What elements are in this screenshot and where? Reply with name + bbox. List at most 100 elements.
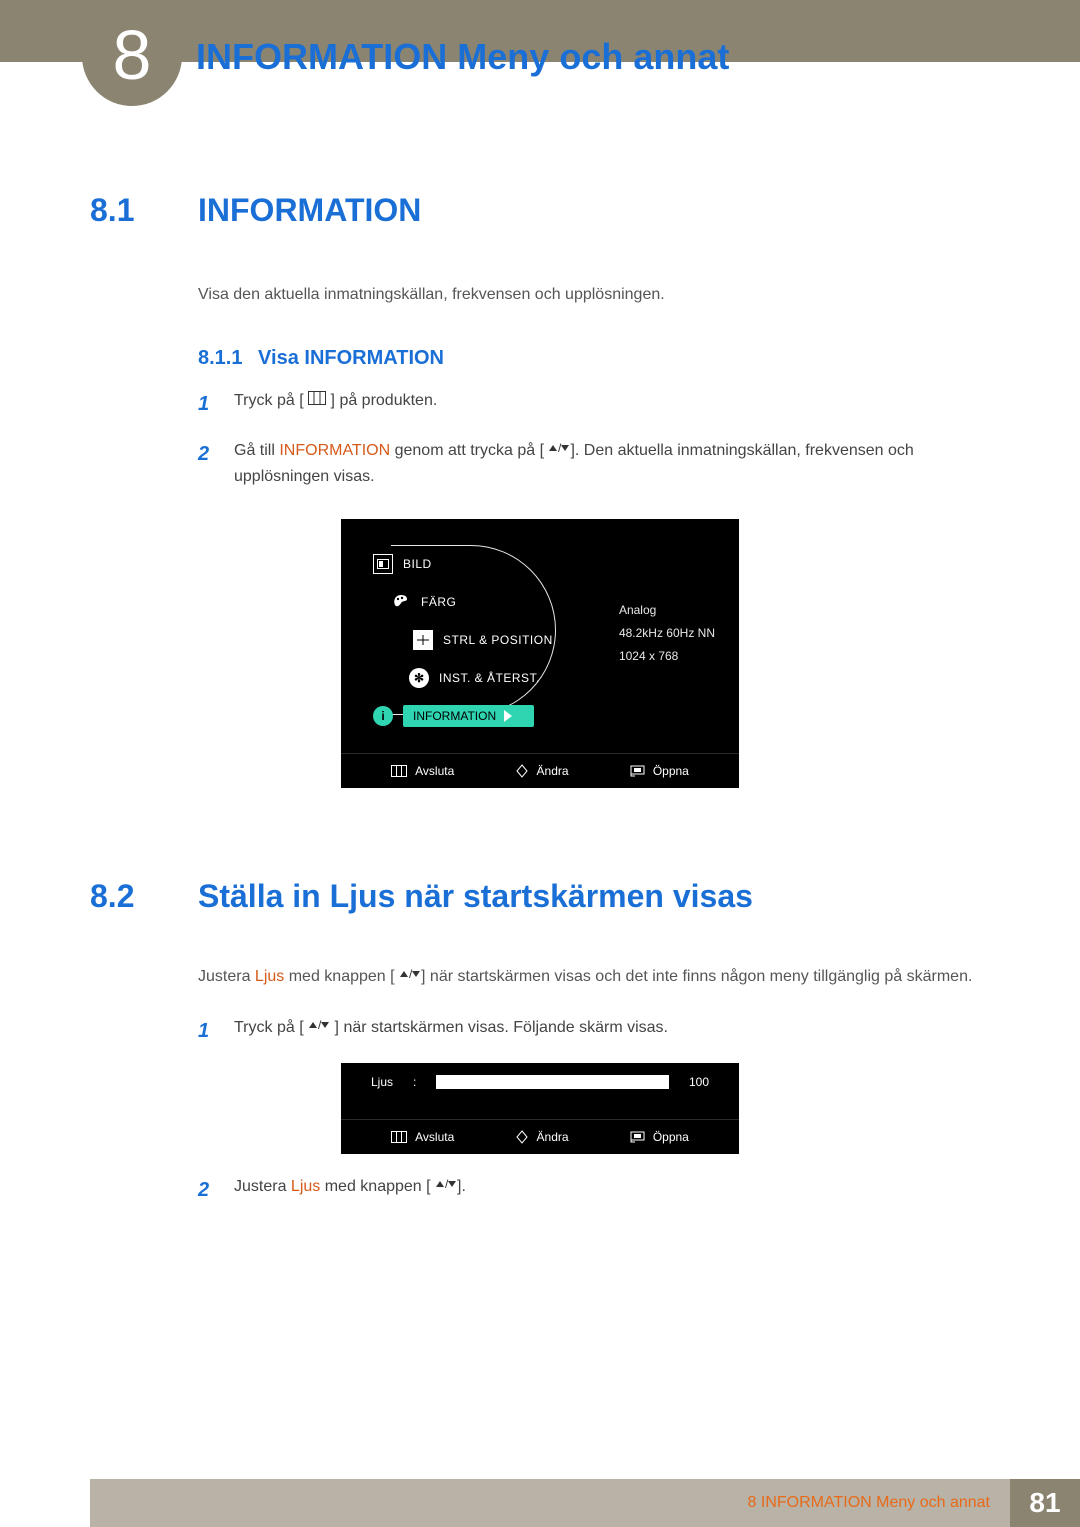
- subsection-number: 8.1.1: [198, 347, 242, 369]
- text: Justera: [198, 968, 255, 985]
- osd-brightness-screenshot: Ljus : 100 Avsluta Ändra Öppna: [341, 1063, 739, 1154]
- step-body: Gå till INFORMATION genom att trycka på …: [234, 438, 990, 489]
- step-2: 2 Gå till INFORMATION genom att trycka p…: [198, 438, 990, 489]
- osd-label: STRL & POSITION: [443, 633, 553, 647]
- label: Ändra: [537, 764, 569, 778]
- text: ].: [457, 1178, 466, 1195]
- osd-info-res: 1024 x 768: [619, 645, 715, 668]
- section-number: 8.2: [90, 878, 160, 915]
- step-body: Tryck på [ ] på produkten.: [234, 388, 990, 420]
- text: genom att trycka på [: [390, 442, 544, 459]
- step-number: 2: [198, 1174, 218, 1206]
- osd-footer: Avsluta Ändra Öppna: [341, 753, 739, 788]
- brightness-bar: [436, 1075, 669, 1089]
- keyword-information: INFORMATION: [279, 442, 390, 459]
- subsection-8-1-1-heading: 8.1.1 Visa INFORMATION: [198, 347, 990, 370]
- text: Tryck på [: [234, 392, 304, 409]
- menu-button-icon: [308, 388, 326, 414]
- step-number: 1: [198, 1015, 218, 1047]
- osd-item-bild: BILD: [373, 545, 739, 583]
- osd-label: FÄRG: [421, 595, 456, 609]
- text: Justera: [234, 1178, 291, 1195]
- osd-footer-open: Öppna: [629, 1130, 689, 1144]
- page-footer: 8 INFORMATION Meny och annat 81: [0, 1479, 1080, 1527]
- label: Avsluta: [415, 764, 454, 778]
- osd-brightness-row: Ljus : 100: [341, 1063, 739, 1101]
- gear-icon: ✻: [409, 668, 429, 688]
- up-down-diamond-icon: [515, 1130, 529, 1144]
- osd-footer-change: Ändra: [515, 764, 569, 778]
- section-title: Ställa in Ljus när startskärmen visas: [198, 878, 753, 915]
- page-number: 81: [1010, 1479, 1080, 1527]
- osd-item-information: i INFORMATION: [373, 697, 739, 735]
- palette-icon: [391, 593, 411, 612]
- svg-text:/: /: [445, 1177, 449, 1191]
- label: Öppna: [653, 1130, 689, 1144]
- label: Öppna: [653, 764, 689, 778]
- info-icon: i: [373, 706, 393, 726]
- osd-selected-pill: INFORMATION: [403, 705, 534, 727]
- section-number: 8.1: [90, 192, 160, 229]
- section-title: INFORMATION: [198, 192, 421, 229]
- step-1: 1 Tryck på [ ] på produkten.: [198, 388, 990, 420]
- up-down-icon: /: [548, 438, 570, 464]
- step-number: 2: [198, 438, 218, 489]
- svg-text:/: /: [318, 1018, 322, 1032]
- step-body: Justera Ljus med knappen [ / ].: [234, 1174, 990, 1206]
- keyword-ljus: Ljus: [291, 1178, 320, 1195]
- section-8-2-heading: 8.2 Ställa in Ljus när startskärmen visa…: [90, 878, 990, 915]
- osd-brightness-value: 100: [689, 1075, 709, 1089]
- up-down-icon: /: [308, 1015, 330, 1041]
- osd-footer-change: Ändra: [515, 1130, 569, 1144]
- chapter-title: INFORMATION Meny och annat: [196, 36, 729, 78]
- label: Avsluta: [415, 1130, 454, 1144]
- step-number: 1: [198, 388, 218, 420]
- up-down-icon: /: [435, 1174, 457, 1200]
- osd-footer-exit: Avsluta: [391, 764, 454, 778]
- section-8-1-intro: Visa den aktuella inmatningskällan, frek…: [198, 283, 990, 307]
- osd-label: BILD: [403, 557, 432, 571]
- picture-icon: [373, 554, 393, 574]
- up-down-icon: /: [399, 965, 421, 989]
- text: Tryck på [: [234, 1019, 304, 1036]
- text: Gå till: [234, 442, 279, 459]
- osd-info-panel: Analog 48.2kHz 60Hz NN 1024 x 768: [619, 599, 715, 667]
- section-8-1-heading: 8.1 INFORMATION: [90, 192, 990, 229]
- osd-label: INST. & ÅTERST.: [439, 671, 540, 685]
- svg-text:/: /: [558, 441, 562, 455]
- text: ] när startskärmen visas och det inte fi…: [421, 968, 972, 985]
- text: ] när startskärmen visas. Följande skärm…: [335, 1019, 668, 1036]
- text: med knappen [: [284, 968, 394, 985]
- enter-icon: [629, 765, 645, 777]
- step-body: Tryck på [ / ] när startskärmen visas. F…: [234, 1015, 990, 1047]
- step-1: 1 Tryck på [ / ] när startskärmen visas.…: [198, 1015, 990, 1047]
- osd-info-freq: 48.2kHz 60Hz NN: [619, 622, 715, 645]
- footer-breadcrumb: 8 INFORMATION Meny och annat: [90, 1479, 1010, 1527]
- keyword-ljus: Ljus: [255, 968, 284, 985]
- page-content: 8.1 INFORMATION Visa den aktuella inmatn…: [90, 180, 990, 1206]
- text: ] på produkten.: [331, 392, 438, 409]
- text: med knappen [: [320, 1178, 430, 1195]
- osd-menu-screenshot: BILD FÄRG STRL & POSITION ✻ INST. & ÅTER…: [341, 519, 739, 788]
- label: Ändra: [537, 1130, 569, 1144]
- brightness-bar-fill: [437, 1076, 668, 1088]
- section-8-2: 8.2 Ställa in Ljus när startskärmen visa…: [90, 878, 990, 1206]
- triangle-right-icon: [504, 710, 512, 722]
- menu-button-icon: [391, 1131, 407, 1143]
- chapter-number-badge: 8: [82, 6, 182, 106]
- osd-info-source: Analog: [619, 599, 715, 622]
- svg-text:/: /: [409, 967, 413, 981]
- osd-label: INFORMATION: [413, 709, 496, 723]
- osd-footer: Avsluta Ändra Öppna: [341, 1119, 739, 1154]
- step-2: 2 Justera Ljus med knappen [ / ].: [198, 1174, 990, 1206]
- enter-icon: [629, 1131, 645, 1143]
- osd-footer-open: Öppna: [629, 764, 689, 778]
- osd-footer-exit: Avsluta: [391, 1130, 454, 1144]
- menu-button-icon: [391, 765, 407, 777]
- up-down-diamond-icon: [515, 764, 529, 778]
- grid-icon: [413, 630, 433, 650]
- osd-separator: :: [413, 1075, 416, 1089]
- section-8-2-intro: Justera Ljus med knappen [ / ] när start…: [198, 965, 990, 989]
- subsection-title: Visa INFORMATION: [258, 347, 444, 369]
- osd-brightness-label: Ljus: [371, 1075, 393, 1089]
